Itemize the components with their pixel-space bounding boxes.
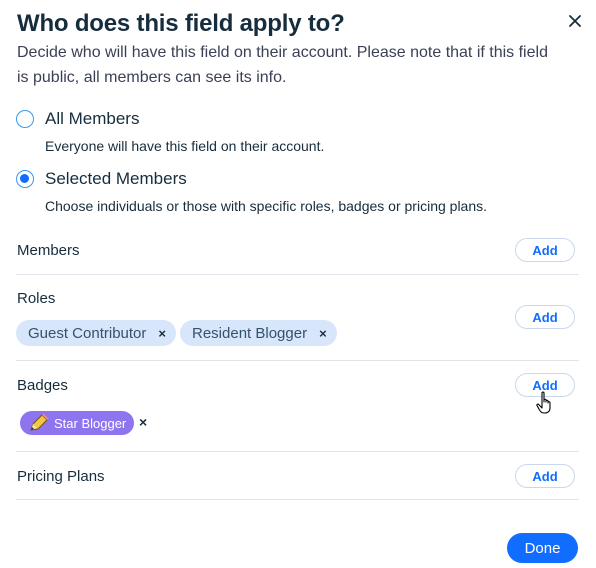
chip-remove-icon[interactable]: × [319,326,327,341]
close-icon [569,15,581,27]
chip-label: Resident Blogger [192,324,308,342]
radio-button[interactable] [16,110,34,128]
add-badge-button[interactable]: Add [515,373,575,397]
role-chip: Guest Contributor × [16,320,176,346]
chip-remove-icon[interactable]: × [158,326,166,341]
section-label: Roles [17,290,56,307]
section-label: Badges [17,377,68,394]
dialog-title: Who does this field apply to? [17,10,345,37]
chip-label: Guest Contributor [28,324,147,342]
radio-button[interactable] [16,170,34,188]
pricing-plans-section: Pricing Plans Add [16,452,579,500]
add-member-button[interactable]: Add [515,238,575,262]
add-role-button[interactable]: Add [515,305,575,329]
radio-selected-members[interactable]: Selected Members Choose individuals or t… [16,169,487,215]
close-button[interactable] [564,10,586,32]
add-pricing-plan-button[interactable]: Add [515,464,575,488]
radio-all-members[interactable]: All Members Everyone will have this fiel… [16,109,324,155]
badge-chip: Star Blogger [20,411,135,435]
radio-description: Everyone will have this field on their a… [45,138,325,154]
radio-label: All Members [45,109,140,128]
done-button[interactable]: Done [507,533,578,563]
pencil-icon [30,413,49,431]
section-label: Members [17,242,80,259]
badge-remove-icon[interactable]: × [139,414,147,430]
members-section: Members Add [16,228,579,275]
badge-label: Star Blogger [54,415,127,431]
radio-description: Choose individuals or those with specifi… [45,198,488,214]
section-label: Pricing Plans [17,468,105,485]
role-chip: Resident Blogger × [180,320,337,346]
badges-section: Badges Add Star Blogger × [16,361,579,452]
dialog-subtitle: Decide who will have this field on their… [17,44,548,86]
roles-section: Roles Guest Contributor × Resident Blogg… [16,275,579,361]
radio-label: Selected Members [45,169,187,188]
